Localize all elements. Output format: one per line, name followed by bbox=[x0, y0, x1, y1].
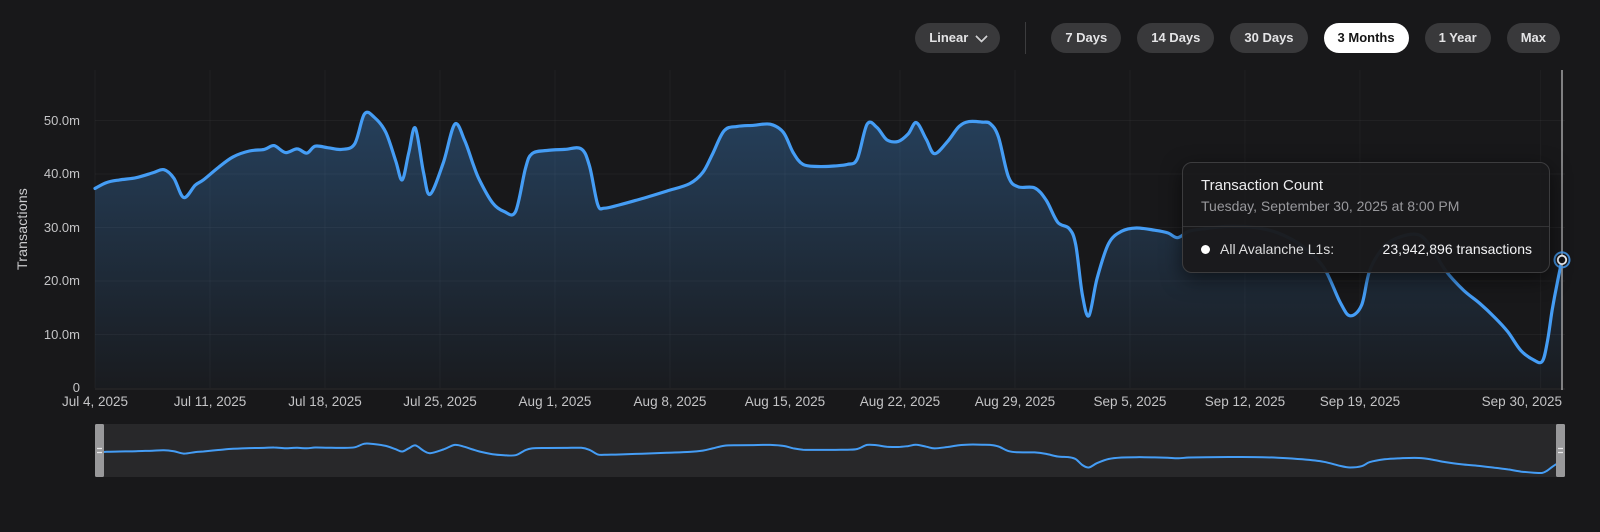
y-tick-label: 20.0m bbox=[0, 272, 80, 290]
series-dot-icon bbox=[1201, 245, 1210, 254]
chart-controls: Linear 7 Days 14 Days 30 Days 3 Months 1 Yea… bbox=[915, 22, 1560, 54]
time-range-button-group: 7 Days 14 Days 30 Days 3 Months 1 Year Max bbox=[1051, 23, 1560, 53]
scale-select-label: Linear bbox=[929, 23, 968, 53]
x-tick-label: Sep 19, 2025 bbox=[1320, 394, 1400, 409]
range-button-max[interactable]: Max bbox=[1507, 23, 1560, 53]
tooltip-date: Tuesday, September 30, 2025 at 8:00 PM bbox=[1201, 198, 1531, 214]
chart-tooltip: Transaction Count Tuesday, September 30,… bbox=[1182, 162, 1550, 273]
chevron-down-icon bbox=[975, 30, 988, 43]
navigator-handle-right[interactable] bbox=[1556, 424, 1565, 477]
range-button-14-days[interactable]: 14 Days bbox=[1137, 23, 1214, 53]
tooltip-series-value: 23,942,896 transactions bbox=[1383, 241, 1532, 257]
range-button-7-days[interactable]: 7 Days bbox=[1051, 23, 1121, 53]
x-tick-label: Aug 8, 2025 bbox=[634, 394, 707, 409]
range-button-30-days[interactable]: 30 Days bbox=[1230, 23, 1307, 53]
controls-divider bbox=[1025, 22, 1026, 54]
x-tick-label: Aug 1, 2025 bbox=[519, 394, 592, 409]
data-point-marker bbox=[1558, 256, 1566, 264]
y-tick-label: 40.0m bbox=[0, 165, 80, 183]
y-tick-label: 10.0m bbox=[0, 326, 80, 344]
tooltip-series-row: All Avalanche L1s: 23,942,896 transactio… bbox=[1183, 227, 1549, 272]
x-tick-label: Jul 18, 2025 bbox=[288, 394, 362, 409]
scale-select-button[interactable]: Linear bbox=[915, 23, 1000, 53]
x-tick-label: Jul 25, 2025 bbox=[403, 394, 477, 409]
transactions-chart-panel: Linear 7 Days 14 Days 30 Days 3 Months 1 Yea… bbox=[0, 0, 1600, 532]
tooltip-header: Transaction Count Tuesday, September 30,… bbox=[1183, 163, 1549, 226]
x-tick-label: Sep 5, 2025 bbox=[1094, 394, 1167, 409]
navigator-handle-left[interactable] bbox=[95, 424, 104, 477]
x-tick-label: Jul 4, 2025 bbox=[62, 394, 128, 409]
x-tick-label: Aug 22, 2025 bbox=[860, 394, 940, 409]
y-tick-label: 30.0m bbox=[0, 219, 80, 237]
x-tick-label: Aug 15, 2025 bbox=[745, 394, 825, 409]
range-button-3-months[interactable]: 3 Months bbox=[1324, 23, 1409, 53]
tooltip-title: Transaction Count bbox=[1201, 177, 1531, 194]
tooltip-series-label: All Avalanche L1s: bbox=[1220, 241, 1334, 257]
y-tick-label: 50.0m bbox=[0, 112, 80, 130]
x-tick-label: Aug 29, 2025 bbox=[975, 394, 1055, 409]
x-tick-label: Sep 30, 2025 bbox=[1482, 394, 1562, 409]
range-button-1-year[interactable]: 1 Year bbox=[1425, 23, 1491, 53]
x-tick-label: Jul 11, 2025 bbox=[174, 394, 247, 409]
x-tick-label: Sep 12, 2025 bbox=[1205, 394, 1285, 409]
